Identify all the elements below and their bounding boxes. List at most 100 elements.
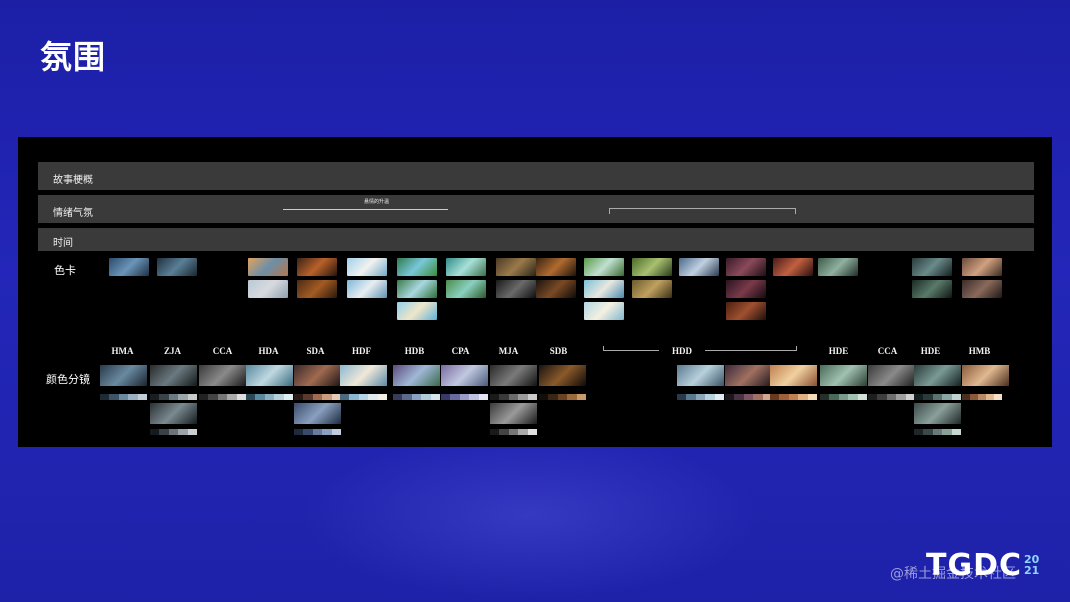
scene-code: MJA (498, 346, 519, 356)
swatch-thumb (679, 258, 719, 276)
grading-thumb (490, 403, 537, 424)
grading-palette (725, 394, 773, 400)
scene-code: ZJA (163, 346, 181, 356)
scene-code: CCA (212, 346, 233, 356)
grading-palette (820, 394, 868, 400)
scene-code: SDA (306, 346, 325, 356)
grading-thumb (294, 403, 341, 424)
grading-thumb (490, 365, 537, 386)
swatch-thumb (632, 258, 672, 276)
swatch-thumb (584, 280, 624, 298)
swatch-thumb (347, 258, 387, 276)
grading-palette (962, 394, 1002, 400)
swatch-thumb (248, 280, 288, 298)
grading-palette (294, 394, 342, 400)
swatch-thumb (726, 258, 766, 276)
grading-thumb (868, 365, 915, 386)
grading-thumb (441, 365, 488, 386)
grading-palette (677, 394, 725, 400)
grading-thumb (539, 365, 586, 386)
scene-code: HDA (258, 346, 279, 356)
grading-row-label: 颜色分镜 (46, 373, 90, 386)
story-row-label: 故事梗概 (53, 175, 93, 186)
swatch-thumb (446, 258, 486, 276)
scene-code: CCA (877, 346, 898, 356)
grading-palette (393, 394, 441, 400)
swatch-thumb (536, 258, 576, 276)
scene-code: HDF (352, 346, 371, 356)
swatch-thumb (297, 258, 337, 276)
grading-palette (246, 394, 294, 400)
swatch-row-label: 色卡 (54, 264, 76, 277)
grading-thumb (914, 403, 961, 424)
watermark: @稀土掘金技术社区 (890, 566, 1016, 582)
grading-palette (914, 429, 962, 435)
grading-thumb (725, 365, 772, 386)
grading-thumb (962, 365, 1009, 386)
story-row-band: 故事梗概 (38, 162, 1034, 190)
grading-palette (100, 394, 148, 400)
grading-palette (770, 394, 818, 400)
grading-thumb (393, 365, 440, 386)
grading-thumb (199, 365, 246, 386)
swatch-thumb (397, 280, 437, 298)
grading-palette (490, 429, 538, 435)
mood-row-band: 情绪气氛 悬情的升温 (38, 195, 1034, 223)
logo-year: 20 21 (1024, 554, 1039, 576)
color-script-board: 故事梗概 情绪气氛 悬情的升温 时间 色卡 HMA ZJA CCA HDA SD… (18, 137, 1052, 447)
grading-palette (868, 394, 916, 400)
grading-palette (150, 429, 198, 435)
swatch-thumb (818, 258, 858, 276)
scene-code: HDB (404, 346, 425, 356)
swatch-thumb (397, 302, 437, 320)
grading-palette (539, 394, 587, 400)
grading-thumb (246, 365, 293, 386)
scene-code: HMA (111, 346, 134, 356)
scene-code: HMB (968, 346, 991, 356)
grading-palette (914, 394, 962, 400)
mood-ascent-arrow (283, 209, 448, 210)
swatch-thumb (962, 258, 1002, 276)
swatch-thumb (584, 302, 624, 320)
grading-palette (150, 394, 198, 400)
scene-code: SDB (549, 346, 568, 356)
grading-thumb (770, 365, 817, 386)
time-row-label: 时间 (53, 238, 73, 249)
swatch-thumb (632, 280, 672, 298)
grading-thumb (677, 365, 724, 386)
swatch-thumb (297, 280, 337, 298)
grading-palette (340, 394, 388, 400)
swatch-thumb (584, 258, 624, 276)
swatch-thumb (157, 258, 197, 276)
slide-title: 氛围 (40, 38, 107, 76)
grading-thumb (294, 365, 341, 386)
swatch-thumb (726, 302, 766, 320)
swatch-thumb (496, 280, 536, 298)
swatch-thumb (446, 280, 486, 298)
swatch-thumb (726, 280, 766, 298)
grading-thumb (820, 365, 867, 386)
background-glow (300, 430, 760, 600)
swatch-thumb (773, 258, 813, 276)
scene-code: CPA (451, 346, 470, 356)
logo-year-bottom: 21 (1024, 564, 1040, 577)
swatch-thumb (109, 258, 149, 276)
grading-thumb (100, 365, 147, 386)
swatch-thumb (912, 280, 952, 298)
scene-code: HDE (920, 346, 941, 356)
swatch-thumb (248, 258, 288, 276)
swatch-thumb (397, 258, 437, 276)
scene-code: HDD (659, 346, 705, 356)
grading-thumb (914, 365, 961, 386)
scene-code: HDE (828, 346, 849, 356)
swatch-thumb (347, 280, 387, 298)
swatch-thumb (496, 258, 536, 276)
mood-ascent-label: 悬情的升温 (364, 199, 390, 205)
swatch-thumb (912, 258, 952, 276)
grading-palette (199, 394, 247, 400)
grading-thumb (340, 365, 387, 386)
time-row-band: 时间 (38, 228, 1034, 251)
grading-palette (441, 394, 489, 400)
swatch-thumb (962, 280, 1002, 298)
grading-thumb (150, 403, 197, 424)
